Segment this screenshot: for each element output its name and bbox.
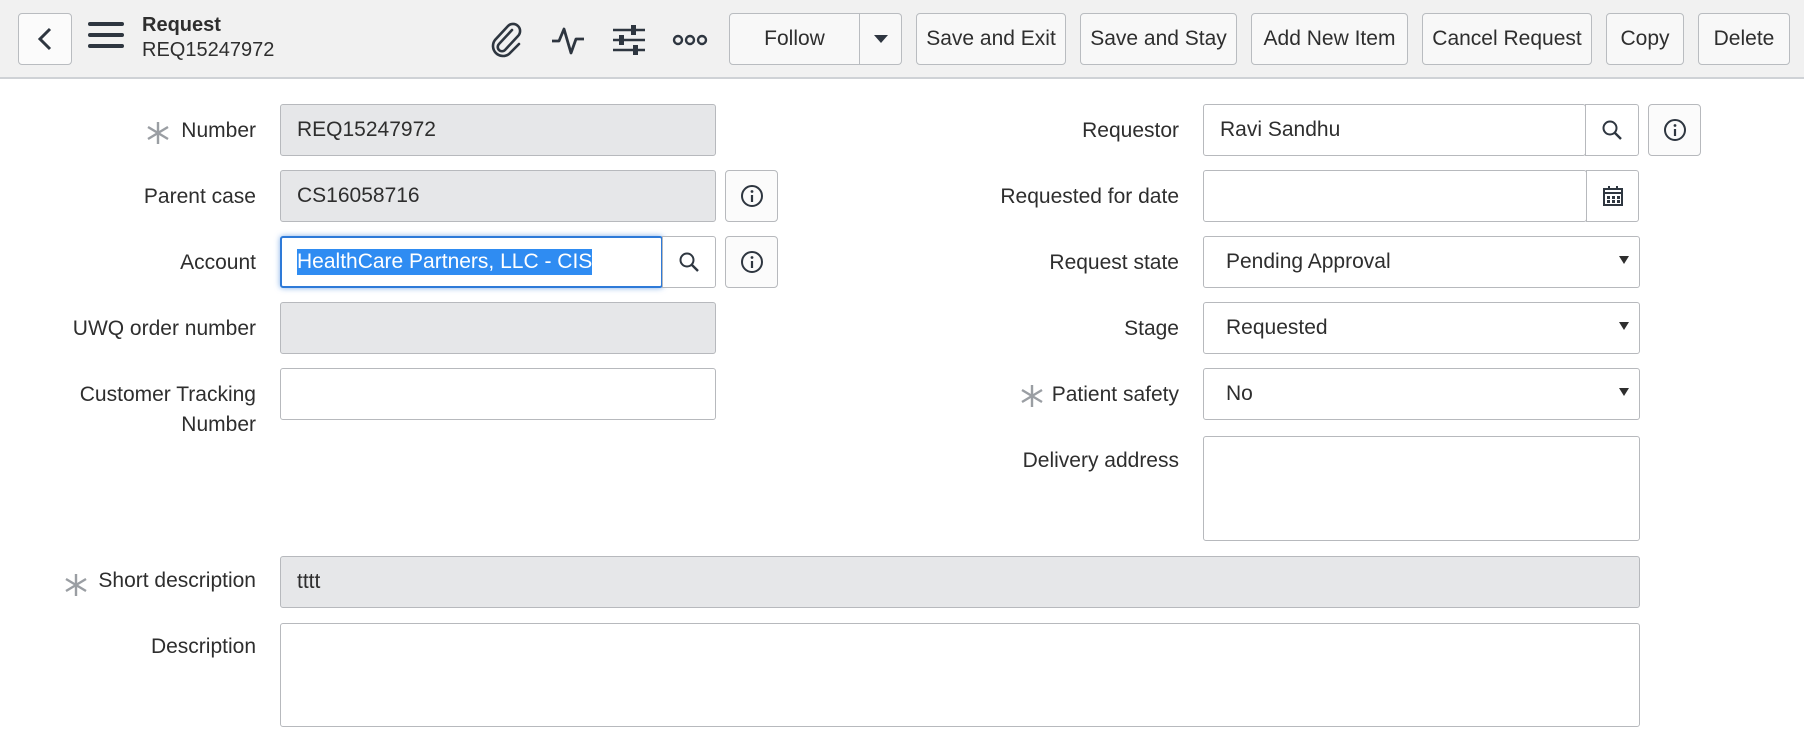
description-textarea[interactable] [280, 623, 1640, 727]
account-lookup-button[interactable] [662, 236, 716, 288]
number-field: REQ15247972 [280, 104, 716, 156]
record-number-subtitle: REQ15247972 [142, 39, 275, 61]
account-selected-text: HealthCare Partners, LLC - CIS [297, 249, 593, 275]
requestor-label: Requestor [1082, 119, 1179, 142]
number-label: Number [181, 119, 256, 142]
hamburger-menu-icon[interactable] [88, 22, 124, 54]
requestor-info-button[interactable] [1648, 104, 1701, 156]
requestor-lookup-button[interactable] [1585, 104, 1639, 156]
request-state-label: Request state [1049, 251, 1179, 274]
account-info-button[interactable] [725, 236, 778, 288]
short-description-label: Short description [98, 569, 256, 592]
activity-pulse-icon[interactable] [548, 20, 588, 60]
form-header: Request REQ15247972 Follow Save and Exit… [0, 0, 1804, 79]
follow-button[interactable]: Follow [729, 13, 860, 65]
dropdown-caret-icon [1619, 256, 1629, 264]
save-and-exit-button[interactable]: Save and Exit [916, 13, 1066, 65]
account-label: Account [180, 251, 256, 274]
stage-value: Requested [1226, 316, 1328, 339]
back-arrow-icon [37, 27, 52, 51]
uwq-order-number-label: UWQ order number [72, 317, 256, 340]
add-new-item-button[interactable]: Add New Item [1251, 13, 1408, 65]
stage-label: Stage [1124, 317, 1179, 340]
follow-dropdown-button[interactable] [860, 13, 902, 65]
required-asterisk-icon [65, 574, 87, 596]
parent-case-field: CS16058716 [280, 170, 716, 222]
dropdown-caret-icon [1619, 322, 1629, 330]
patient-safety-select[interactable]: No [1203, 368, 1640, 420]
record-type-title: Request [142, 14, 221, 36]
description-label: Description [150, 635, 256, 658]
requestor-input[interactable]: Ravi Sandhu [1203, 104, 1586, 156]
patient-safety-value: No [1226, 382, 1253, 405]
cancel-request-button[interactable]: Cancel Request [1422, 13, 1592, 65]
requested-for-date-input[interactable] [1203, 170, 1587, 222]
copy-button[interactable]: Copy [1606, 13, 1684, 65]
calendar-icon [1602, 186, 1623, 206]
paperclip-icon[interactable] [487, 20, 527, 60]
parent-case-label: Parent case [143, 185, 256, 208]
info-icon [1663, 119, 1686, 141]
patient-safety-label: Patient safety [1051, 383, 1179, 406]
customer-tracking-label-line1: Customer Tracking [79, 383, 256, 406]
save-and-stay-button[interactable]: Save and Stay [1080, 13, 1237, 65]
date-picker-button[interactable] [1586, 170, 1639, 222]
info-icon [740, 251, 763, 273]
delivery-address-label: Delivery address [1022, 449, 1179, 472]
back-button[interactable] [18, 13, 72, 65]
short-description-field: tttt [280, 556, 1640, 608]
dropdown-caret-icon [1619, 388, 1629, 396]
request-state-value: Pending Approval [1226, 250, 1391, 273]
delete-button[interactable]: Delete [1698, 13, 1790, 65]
uwq-order-number-field [280, 302, 716, 354]
parent-case-info-button[interactable] [725, 170, 778, 222]
stage-select[interactable]: Requested [1203, 302, 1640, 354]
requested-for-date-label: Requested for date [1000, 185, 1179, 208]
customer-tracking-label-line2: Number [181, 413, 256, 436]
request-state-select[interactable]: Pending Approval [1203, 236, 1640, 288]
account-input[interactable]: HealthCare Partners, LLC - CIS [280, 236, 663, 288]
info-icon [740, 185, 763, 207]
required-asterisk-icon [1021, 385, 1043, 407]
delivery-address-textarea[interactable] [1203, 436, 1640, 541]
search-icon [1602, 120, 1622, 140]
customer-tracking-number-input[interactable] [280, 368, 716, 420]
sliders-icon[interactable] [609, 20, 649, 60]
more-options-icon[interactable] [670, 20, 710, 60]
search-icon [679, 252, 699, 272]
chevron-down-icon [873, 34, 888, 43]
